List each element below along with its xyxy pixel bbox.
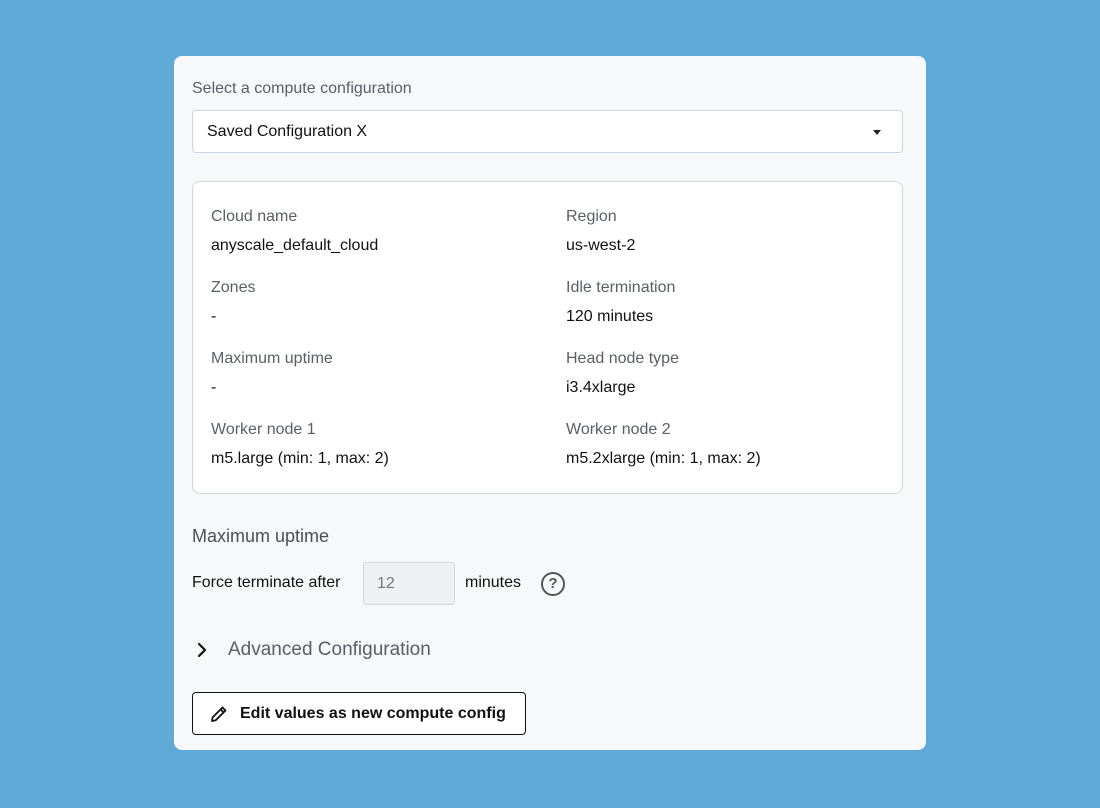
detail-zones: Zones - <box>211 278 541 327</box>
detail-value: i3.4xlarge <box>566 379 636 396</box>
detail-label: Worker node 1 <box>211 421 316 438</box>
pencil-icon <box>211 706 227 722</box>
detail-value: m5.large (min: 1, max: 2) <box>211 450 389 467</box>
detail-label: Head node type <box>566 350 679 367</box>
detail-idle-termination: Idle termination 120 minutes <box>566 278 896 327</box>
detail-value: - <box>211 308 217 325</box>
compute-select-label: Select a compute configuration <box>192 80 412 97</box>
help-icon[interactable]: ? <box>541 572 565 596</box>
chevron-right-icon <box>197 642 207 658</box>
compute-config-card: Select a compute configuration Saved Con… <box>174 56 926 750</box>
detail-value: us-west-2 <box>566 237 636 254</box>
detail-value: - <box>211 379 217 396</box>
edit-as-new-config-button[interactable]: Edit values as new compute config <box>192 692 526 735</box>
force-terminate-minutes-input[interactable] <box>363 562 455 605</box>
detail-worker-node-2: Worker node 2 m5.2xlarge (min: 1, max: 2… <box>566 420 896 469</box>
detail-value: 120 minutes <box>566 308 654 325</box>
force-terminate-label: Force terminate after <box>192 574 341 591</box>
minutes-unit-label: minutes <box>465 574 522 591</box>
advanced-configuration-label: Advanced Configuration <box>228 639 431 660</box>
compute-config-select[interactable]: Saved Configuration X <box>192 110 903 153</box>
detail-region: Region us-west-2 <box>566 207 896 256</box>
detail-maximum-uptime: Maximum uptime - <box>211 349 541 398</box>
detail-head-node-type: Head node type i3.4xlarge <box>566 349 896 398</box>
detail-label: Region <box>566 208 617 225</box>
detail-label: Zones <box>211 279 256 296</box>
detail-value: m5.2xlarge (min: 1, max: 2) <box>566 450 761 467</box>
detail-label: Cloud name <box>211 208 298 225</box>
page-background: Select a compute configuration Saved Con… <box>0 0 1100 808</box>
detail-label: Maximum uptime <box>211 350 333 367</box>
config-details-panel: Cloud name anyscale_default_cloud Region… <box>192 181 903 494</box>
detail-worker-node-1: Worker node 1 m5.large (min: 1, max: 2) <box>211 420 541 469</box>
compute-config-selected-value: Saved Configuration X <box>207 123 368 140</box>
detail-label: Idle termination <box>566 279 676 296</box>
edit-button-label: Edit values as new compute config <box>240 705 506 722</box>
detail-cloud-name: Cloud name anyscale_default_cloud <box>211 207 541 256</box>
detail-label: Worker node 2 <box>566 421 671 438</box>
detail-value: anyscale_default_cloud <box>211 237 379 254</box>
caret-down-icon <box>873 130 881 135</box>
maximum-uptime-heading: Maximum uptime <box>192 526 330 546</box>
